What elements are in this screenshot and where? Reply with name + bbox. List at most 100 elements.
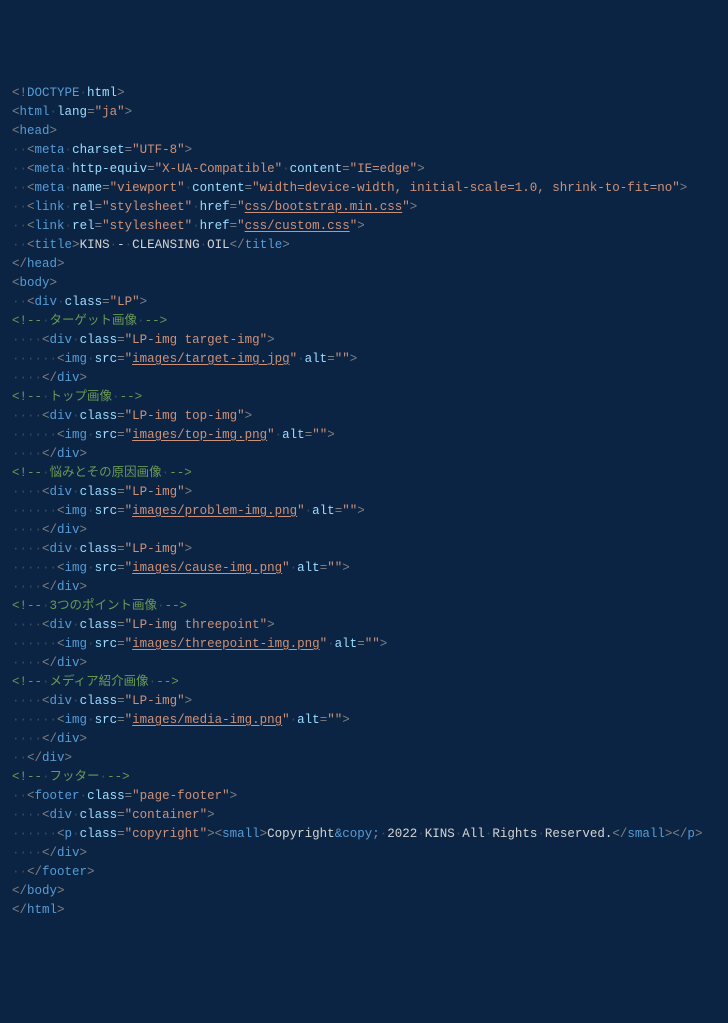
code-token-ws: ···· [12,409,42,423]
code-token-ws: · [42,599,50,613]
code-token-ent: &copy; [335,827,380,841]
code-token-ws: · [72,333,80,347]
code-token-attr: lang [57,105,87,119]
code-token-punc: < [27,238,35,252]
code-token-tag: div [50,808,73,822]
code-token-txt: Reserved. [545,827,613,841]
code-token-ws: ···· [12,846,42,860]
code-token-punc: > [80,447,88,461]
code-token-punc: > [185,485,193,499]
code-token-attr: alt [312,504,335,518]
code-line: ····</div> [12,578,716,597]
code-token-ws: ······ [12,561,57,575]
code-token-ws: · [87,504,95,518]
code-token-punc: > [282,238,290,252]
code-token-comment: <!-- [12,466,42,480]
code-token-punc: > [342,713,350,727]
code-editor[interactable]: <!DOCTYPE·html><html·lang="ja"><head>··<… [12,84,716,920]
code-token-ws: ·· [12,865,27,879]
code-line: ····<div·class="LP-img"> [12,483,716,502]
code-token-punc: </ [42,447,57,461]
code-token-punc: > [327,428,335,442]
code-token-str: "ja" [95,105,125,119]
code-token-attr: alt [335,637,358,651]
code-token-punc: = [357,637,365,651]
code-line: ··<title>KINS·-·CLEANSING·OIL</title> [12,236,716,255]
code-token-tag: div [50,618,73,632]
code-token-punc: < [27,181,35,195]
code-token-punc: = [102,295,110,309]
code-token-txt: KINS [425,827,455,841]
code-token-tag: small [627,827,665,841]
code-token-ws: ·· [12,751,27,765]
code-token-tag: div [42,751,65,765]
code-token-punc: </ [42,656,57,670]
code-line: ··<meta·charset="UTF-8"> [12,141,716,160]
code-token-strlink: css/bootstrap.min.css [245,200,403,214]
code-token-punc: = [327,352,335,366]
code-token-comment: <!-- [12,599,42,613]
code-token-tag: img [65,637,88,651]
code-token-punc: = [342,162,350,176]
code-token-tag: div [57,732,80,746]
code-line: ····</div> [12,445,716,464]
code-token-tag: div [50,409,73,423]
code-token-comment: --> [156,675,179,689]
code-token-txt: KINS [80,238,110,252]
code-token-str: " [297,504,305,518]
code-line: ······<p·class="copyright"><small>Copyri… [12,825,716,844]
code-token-ws: · [42,770,50,784]
code-line: ····</div> [12,654,716,673]
code-token-ws: · [80,789,88,803]
code-token-ws: · [65,143,73,157]
code-token-str: " [125,561,133,575]
code-token-str: " [125,637,133,651]
code-token-tag: meta [35,143,65,157]
code-token-ws: ···· [12,485,42,499]
code-token-attr: src [95,637,118,651]
code-token-attr: class [80,827,118,841]
code-token-tag: div [57,447,80,461]
code-token-ws: · [65,181,73,195]
code-token-punc: = [125,789,133,803]
code-token-ws: · [42,675,50,689]
code-line: <!--·トップ画像·--> [12,388,716,407]
code-token-comment: <!-- [12,390,42,404]
code-line: ····<div·class="LP-img top-img"> [12,407,716,426]
code-token-punc: < [42,333,50,347]
code-token-attr: class [80,694,118,708]
code-token-comment: フッター [50,770,100,784]
code-token-ws: · [537,827,545,841]
code-token-punc: > [80,371,88,385]
code-token-str: "container" [125,808,208,822]
code-token-ws: · [72,694,80,708]
code-token-punc: = [117,333,125,347]
code-token-attr: class [80,409,118,423]
code-token-attr: alt [297,561,320,575]
code-token-tag: footer [42,865,87,879]
code-line: ··<div·class="LP"> [12,293,716,312]
code-token-ws: · [417,827,425,841]
code-token-punc: = [117,352,125,366]
code-token-punc: < [215,827,223,841]
code-token-str: "" [365,637,380,651]
code-token-punc: > [245,409,253,423]
code-line: ··</div> [12,749,716,768]
code-token-str: " [267,428,275,442]
code-token-comment: 悩みとその原因画像 [50,466,162,480]
code-token-txt: OIL [207,238,230,252]
code-token-comment: --> [169,466,192,480]
code-token-ws: · [87,428,95,442]
code-token-punc: < [42,808,50,822]
code-token-tag: div [57,371,80,385]
code-token-ws: · [72,808,80,822]
code-line: ··<link·rel="stylesheet"·href="css/custo… [12,217,716,236]
code-token-punc: > [267,333,275,347]
code-token-punc: < [42,409,50,423]
code-token-punc: > [57,257,65,271]
code-token-ws: ···· [12,580,42,594]
code-token-ws: · [65,162,73,176]
code-token-str: " [237,200,245,214]
code-token-str: "stylesheet" [102,200,192,214]
code-token-punc: > [140,295,148,309]
